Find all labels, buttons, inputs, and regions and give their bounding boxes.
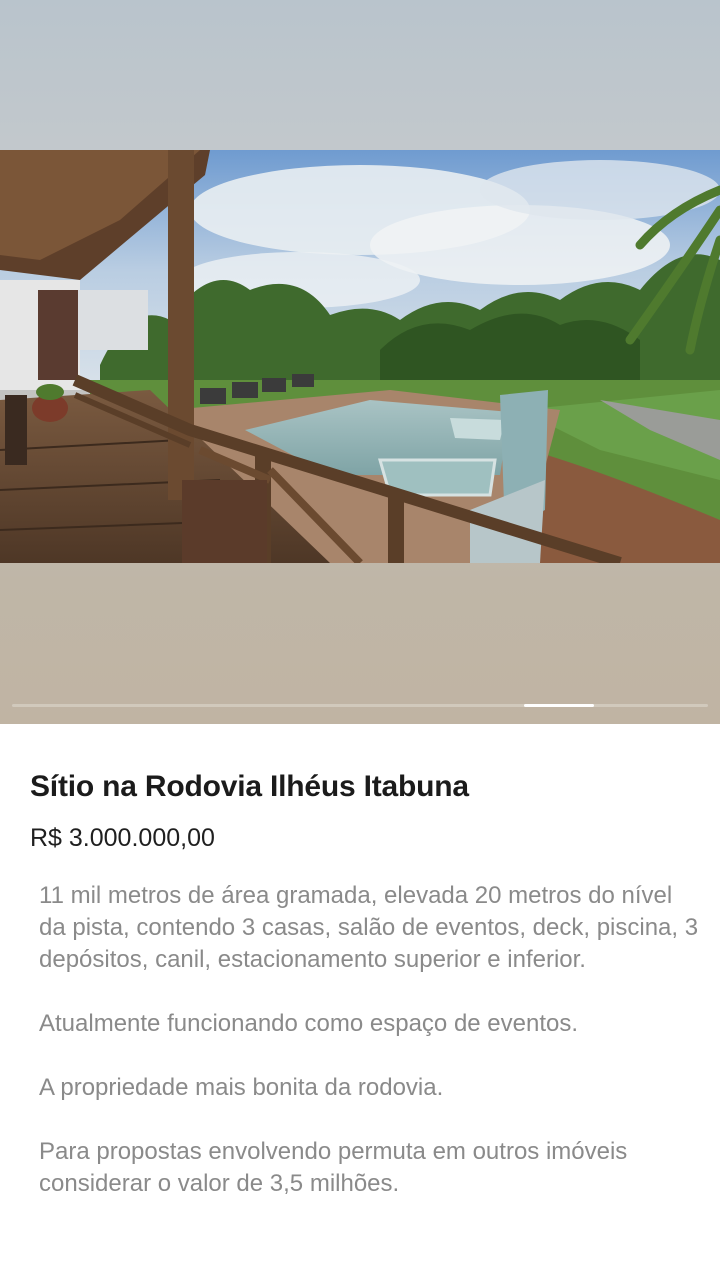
property-photo[interactable] [0, 150, 720, 563]
description-paragraph: Para propostas envolvendo permuta em out… [39, 1138, 628, 1197]
gallery-progress-indicator [524, 704, 594, 707]
gallery-progress-track [12, 704, 708, 707]
listing-title: Sítio na Rodovia Ilhéus Itabuna [30, 770, 469, 803]
listing-description: 11 mil metros de área gramada, elevada 2… [39, 880, 699, 1232]
listing-details: Sítio na Rodovia Ilhéus Itabuna R$ 3.000… [0, 724, 720, 1280]
description-paragraph: Atualmente funcionando como espaço de ev… [39, 1010, 579, 1037]
description-paragraph: 11 mil metros de área gramada, elevada 2… [39, 882, 699, 973]
description-paragraph: A propriedade mais bonita da rodovia. [39, 1074, 444, 1101]
photo-gallery[interactable] [0, 0, 720, 724]
listing-price: R$ 3.000.000,00 [30, 824, 215, 852]
